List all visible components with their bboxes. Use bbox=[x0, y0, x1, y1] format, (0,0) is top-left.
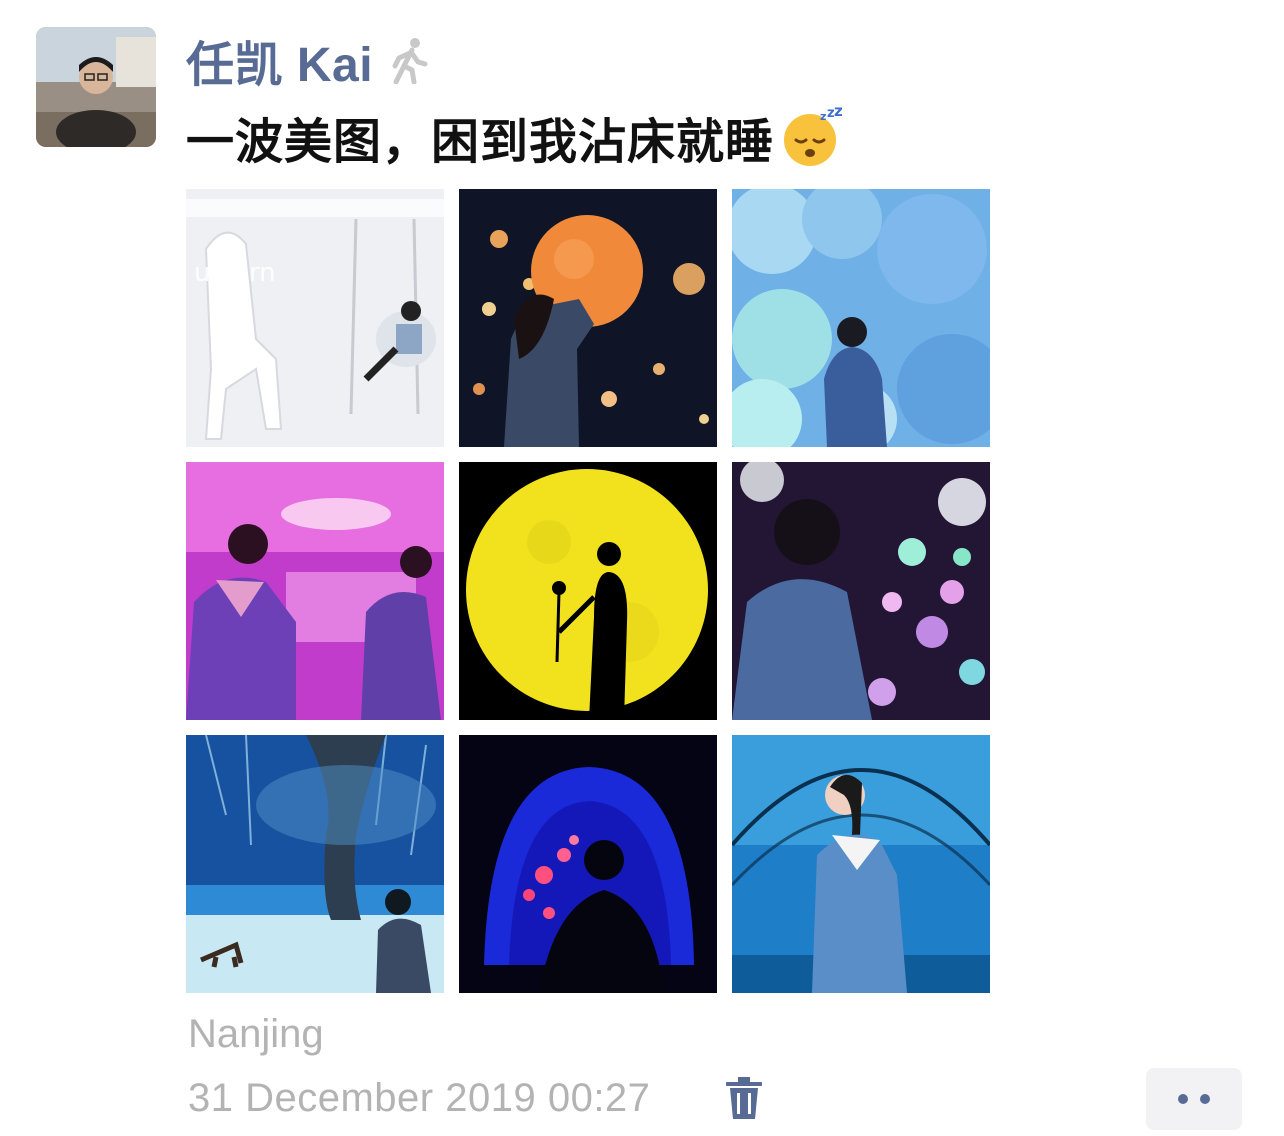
sleeping-face-emoji: z z z bbox=[784, 106, 842, 166]
post-timestamp: 31 December 2019 00:27 bbox=[188, 1076, 651, 1120]
photo-aquarium-tunnel[interactable] bbox=[732, 735, 990, 993]
avatar[interactable] bbox=[36, 27, 156, 147]
photo-blue-cloud-room[interactable] bbox=[732, 189, 990, 447]
author-name-label: 任凯 Kai bbox=[186, 39, 374, 92]
more-dots-icon[interactable] bbox=[1146, 1068, 1242, 1130]
photo-white-unicorn-room[interactable]: u corn bbox=[186, 189, 444, 447]
photo-orange-moon-lamp[interactable] bbox=[459, 189, 717, 447]
photo-grid: u corn bbox=[186, 189, 990, 993]
post-text-body: 一波美图，困到我沾床就睡 bbox=[186, 116, 775, 169]
more-dot bbox=[1178, 1094, 1188, 1104]
trash-icon[interactable] bbox=[722, 1076, 766, 1122]
svg-text:z: z bbox=[834, 106, 842, 120]
post-text: 一波美图，困到我沾床就睡 z z z bbox=[186, 105, 842, 169]
photo-yellow-moon-silhouette[interactable] bbox=[459, 462, 717, 720]
photo-pink-light-room[interactable] bbox=[186, 462, 444, 720]
photo-glowing-jellyfish-room[interactable] bbox=[732, 462, 990, 720]
photo-blue-forest-tree[interactable] bbox=[186, 735, 444, 993]
photo-blue-arch-jellyfish[interactable] bbox=[459, 735, 717, 993]
author-name[interactable]: 任凯 Kai bbox=[186, 30, 431, 92]
svg-text:u corn: u corn bbox=[194, 258, 276, 288]
location-link[interactable]: Nanjing bbox=[188, 1012, 324, 1057]
more-dot bbox=[1200, 1094, 1210, 1104]
walking-person-icon bbox=[392, 38, 428, 84]
